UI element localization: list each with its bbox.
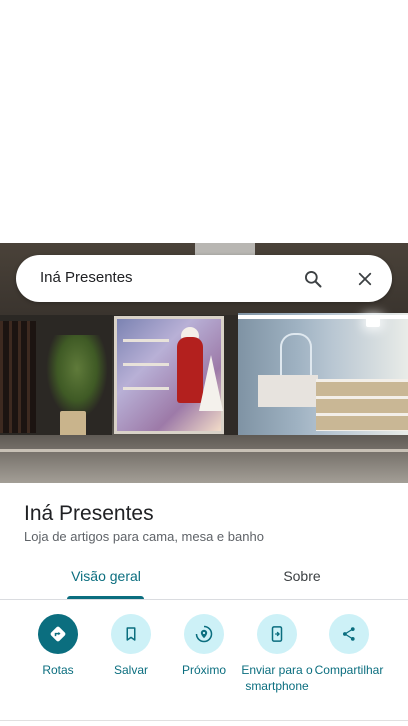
send-to-phone-icon	[271, 626, 283, 642]
store-interior	[238, 313, 408, 435]
window-shelf	[123, 363, 169, 366]
share-button[interactable]: Compartilhar	[309, 614, 389, 678]
gate	[0, 321, 36, 433]
routes-label: Rotas	[42, 663, 74, 677]
share-circle	[329, 614, 369, 654]
sidewalk	[0, 435, 408, 483]
ceiling-light	[238, 315, 408, 319]
routes-circle	[38, 614, 78, 654]
send-to-phone-button[interactable]: Enviar para o smartphone	[237, 614, 317, 694]
map-area	[0, 0, 408, 243]
search-input[interactable]: Iná Presentes	[40, 269, 133, 286]
display-shelf	[316, 379, 408, 431]
tabs-divider	[0, 599, 408, 600]
bookmark-icon	[126, 627, 136, 641]
search-bar[interactable]: Iná Presentes	[16, 255, 392, 302]
nearby-circle	[184, 614, 224, 654]
close-icon	[358, 272, 372, 286]
routes-button[interactable]: Rotas	[18, 614, 98, 678]
share-label: Compartilhar	[314, 663, 384, 677]
column	[224, 315, 238, 437]
nearby-label: Próximo	[181, 663, 226, 677]
window-shelf	[123, 339, 169, 342]
tab-overview[interactable]: Visão geral	[68, 568, 144, 598]
save-button[interactable]: Salvar	[91, 614, 171, 678]
send-circle	[257, 614, 297, 654]
curb	[0, 449, 408, 452]
save-label: Salvar	[113, 663, 148, 677]
christmas-tree	[199, 355, 223, 411]
tab-about[interactable]: Sobre	[270, 568, 334, 598]
nearby-icon	[195, 625, 213, 643]
potted-plant	[46, 335, 108, 419]
directions-icon	[50, 626, 66, 642]
search-button[interactable]	[300, 266, 326, 292]
place-category: Loja de artigos para cama, mesa e banho	[24, 529, 264, 544]
save-circle	[111, 614, 151, 654]
bottom-divider	[0, 720, 408, 721]
share-icon	[343, 627, 355, 641]
place-title: Iná Presentes	[24, 502, 154, 525]
display-window	[114, 316, 224, 434]
counter	[258, 375, 318, 407]
nearby-button[interactable]: Próximo	[164, 614, 244, 678]
window-shelf	[123, 387, 169, 390]
search-icon	[305, 271, 322, 288]
clear-button[interactable]	[352, 266, 378, 292]
wall-arch	[280, 333, 312, 375]
roof-strip	[195, 243, 255, 255]
send-label: Enviar para o smartphone	[241, 663, 313, 693]
